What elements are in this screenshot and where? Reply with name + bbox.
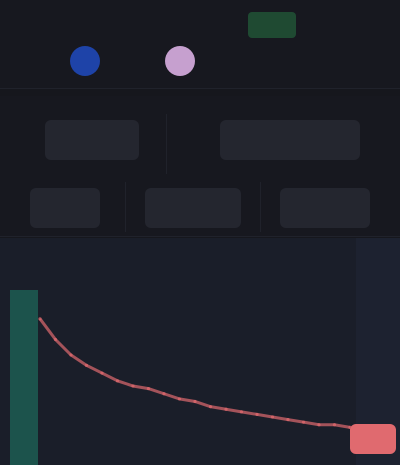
price-point xyxy=(270,415,275,419)
last-price-tag[interactable] xyxy=(350,424,396,454)
base-coin-icon xyxy=(70,46,100,76)
price-point xyxy=(69,353,73,357)
price-point xyxy=(100,371,104,375)
price-point xyxy=(84,363,89,367)
divider-top xyxy=(0,88,400,89)
stats-panel xyxy=(0,96,400,236)
axis-label xyxy=(362,258,392,272)
price-point xyxy=(317,423,321,427)
price-point xyxy=(208,405,213,409)
price-point xyxy=(332,423,337,427)
price-point xyxy=(301,420,306,424)
vertical-divider-1 xyxy=(166,114,167,174)
volume-bar xyxy=(10,290,38,465)
price-point xyxy=(162,392,166,396)
price-point xyxy=(193,399,197,404)
price-point xyxy=(239,410,244,414)
price-point xyxy=(38,317,42,321)
stat-card-2[interactable] xyxy=(220,120,360,160)
stat-card-4[interactable] xyxy=(145,188,241,228)
price-label xyxy=(185,14,240,36)
price-point xyxy=(115,379,120,383)
trading-pair-label xyxy=(97,14,155,36)
stat-card-3[interactable] xyxy=(30,188,100,228)
stat-card-1[interactable] xyxy=(45,120,139,160)
vertical-divider-3 xyxy=(260,182,261,232)
price-point xyxy=(255,412,259,417)
price-point xyxy=(146,386,151,391)
change-badge xyxy=(248,12,296,38)
divider-middle xyxy=(0,236,400,237)
vertical-divider-2 xyxy=(125,182,126,232)
stat-card-5[interactable] xyxy=(280,188,370,228)
price-point xyxy=(286,417,290,422)
top-bar xyxy=(0,0,400,88)
price-point xyxy=(177,397,182,401)
price-line xyxy=(38,317,351,429)
chart-area[interactable] xyxy=(0,238,400,465)
subtitle-label xyxy=(212,54,272,68)
quote-coin-icon xyxy=(165,46,195,76)
price-point xyxy=(53,337,58,342)
chart-svg xyxy=(10,238,400,465)
price-point xyxy=(131,384,135,388)
price-point xyxy=(224,407,228,411)
